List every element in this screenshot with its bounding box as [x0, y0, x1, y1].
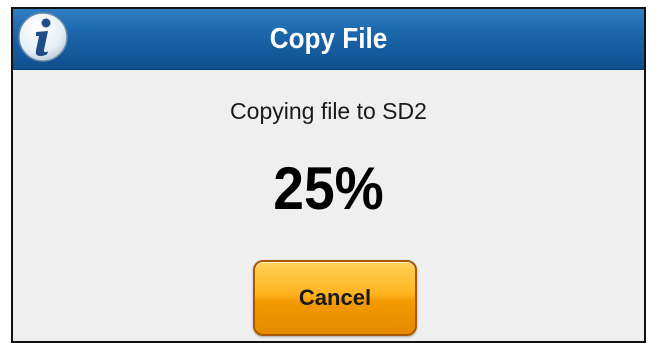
- dialog-title: Copy File: [269, 23, 388, 55]
- title-bar: Copy File: [13, 9, 644, 70]
- cancel-button-label: Cancel: [298, 285, 372, 310]
- status-message: Copying file to SD2: [230, 98, 427, 124]
- copy-file-dialog: Copy File Copying file to SD2 25% Cancel: [11, 7, 646, 343]
- dialog-body: Copying file to SD2 25% Cancel: [13, 70, 644, 341]
- progress-percent: 25%: [273, 155, 384, 222]
- cancel-button[interactable]: Cancel: [253, 260, 417, 336]
- info-icon: [18, 12, 68, 62]
